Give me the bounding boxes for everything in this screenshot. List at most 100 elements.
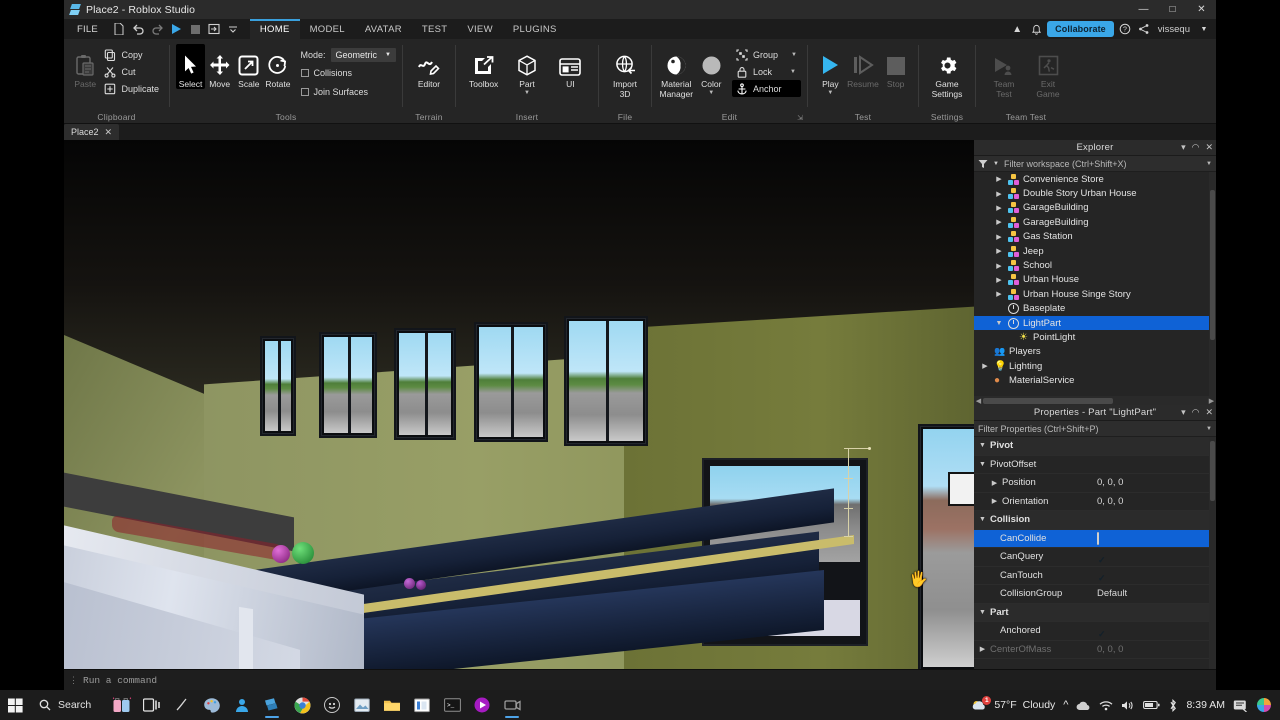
taskbar-search-box[interactable]: Search [30,694,102,716]
tree-node-players[interactable]: ▶ 👥 Players [974,345,1216,359]
command-bar[interactable]: ⋮ Run a command [64,669,1216,690]
command-input[interactable]: Run a command [83,675,157,686]
dialog-launcher-icon[interactable]: ⇲ [797,114,803,122]
mode-dropdown[interactable]: Geometric ▼ [330,48,396,62]
select-tool-button[interactable]: Select [176,44,206,89]
property-cancollide[interactable]: ▶CanCollide [974,529,1216,548]
screen-recorder-icon[interactable] [498,691,526,719]
explorer-filter-input[interactable]: Filter workspace (Ctrl+Shift+X) [1004,159,1201,169]
explorer-tree[interactable]: ▶ Convenience Store ▶ Double Story Urban… [974,172,1216,396]
menu-file[interactable]: FILE [68,19,107,39]
paint-icon[interactable] [198,691,226,719]
share-icon[interactable] [1136,21,1152,37]
file-explorer-icon[interactable] [378,691,406,719]
property-category-collision[interactable]: ▼ Collision [974,511,1216,530]
chevron-down-icon[interactable]: ▼ [1206,161,1212,167]
tab-view[interactable]: VIEW [457,19,502,39]
drag-grip-icon[interactable]: ⋮ [69,675,78,686]
tree-node-gas-station[interactable]: ▶ Gas Station [974,230,1216,244]
anchor-button[interactable]: Anchor [732,80,801,97]
tree-node-convenience-store[interactable]: ▶ Convenience Store [974,172,1216,186]
properties-filter-input[interactable]: Filter Properties (Ctrl+Shift+P) [978,424,1201,434]
explorer-vertical-scrollbar[interactable] [1209,172,1216,396]
chevron-down-icon[interactable]: ▼ [790,69,796,75]
chevron-down-icon[interactable]: ▾ [1181,408,1186,417]
username-label[interactable]: vissequ [1155,24,1193,35]
new-file-document-icon[interactable] [111,21,128,38]
toolbox-button[interactable]: Toolbox [462,44,505,89]
properties-filter-bar[interactable]: Filter Properties (Ctrl+Shift+P) ▼ [974,421,1216,437]
bell-icon[interactable] [1028,21,1044,37]
minimize-icon[interactable]: — [1129,0,1158,19]
task-view-icon[interactable] [138,691,166,719]
user-chevron-down-icon[interactable]: ▼ [1196,21,1212,37]
join-surfaces-checkbox[interactable] [300,87,309,96]
join-surfaces-checkbox-row[interactable]: Join Surfaces [300,83,396,100]
collapse-arrow-icon[interactable]: ▼ [978,461,987,468]
property-category-pivot[interactable]: ▼ Pivot [974,437,1216,456]
float-window-icon[interactable]: ◠ [1192,408,1200,417]
expand-arrow-icon[interactable]: ▶ [994,190,1004,198]
tab-plugins[interactable]: PLUGINS [503,19,567,39]
battery-icon[interactable] [1143,700,1161,710]
expand-arrow-icon[interactable]: ▶ [994,218,1004,226]
roblox-studio-icon[interactable] [258,691,286,719]
tree-node-lighting[interactable]: ▶ 💡 Lighting [974,359,1216,373]
property-canquery[interactable]: ▶CanQuery [974,548,1216,567]
windows-start-icon[interactable] [0,698,30,713]
property-orientation[interactable]: ▶ Orientation 0, 0, 0 [974,493,1216,511]
tree-node-jeep[interactable]: ▶ Jeep [974,244,1216,258]
export-box-icon[interactable] [206,21,223,38]
tree-node-garagebuilding-1[interactable]: ▶ GarageBuilding [974,201,1216,215]
property-value[interactable]: 0, 0, 0 [1092,477,1216,488]
copy-button[interactable]: Copy [100,46,163,63]
filter-chevron-down-icon[interactable]: ▼ [993,161,999,167]
onedrive-icon[interactable] [1076,700,1091,711]
expand-arrow-icon[interactable]: ▶ [994,233,1004,241]
rotate-tool-button[interactable]: Rotate [263,44,292,89]
collaborate-button[interactable]: Collaborate [1047,21,1114,37]
powerpoint-icon[interactable] [408,691,436,719]
property-category-part[interactable]: ▼ Part [974,603,1216,622]
play-triangle-icon[interactable] [168,21,185,38]
question-circle-icon[interactable]: ? [1117,21,1133,37]
terminal-icon[interactable]: >_ [438,691,466,719]
snipping-tool-icon[interactable] [168,691,196,719]
expand-arrow-icon[interactable]: ▶ [990,497,999,505]
photos-icon[interactable] [348,691,376,719]
game-settings-button[interactable]: Game Settings [925,44,969,99]
chrome-icon[interactable] [288,691,316,719]
expand-arrow-icon[interactable]: ▶ [990,479,999,487]
chevron-down-icon[interactable]: ▼ [791,52,797,58]
property-pivotoffset[interactable]: ▼ PivotOffset [974,456,1216,474]
cancollide-checkbox[interactable] [1097,531,1099,545]
chevron-down-icon[interactable]: ▼ [1206,426,1212,432]
undo-arrow-icon[interactable] [130,21,147,38]
cut-button[interactable]: Cut [100,63,163,80]
chevron-down-icon[interactable]: ▼ [708,90,714,96]
group-button[interactable]: Group ▼ [732,46,801,63]
part-button[interactable]: Part ▼ [505,44,548,96]
collapse-arrow-icon[interactable]: ▼ [994,320,1004,327]
expand-arrow-icon[interactable]: ▶ [994,175,1004,183]
close-icon[interactable]: ✕ [1205,143,1213,152]
tree-node-lightpart[interactable]: ▼ LightPart [974,315,1216,331]
speaker-icon[interactable] [1121,700,1135,711]
discord-icon[interactable] [318,691,346,719]
terrain-editor-button[interactable]: Editor [409,44,449,89]
float-window-icon[interactable]: ◠ [1192,143,1200,152]
color-button[interactable]: Color ▼ [695,44,729,96]
notification-bell-icon[interactable] [1233,699,1248,712]
stop-square-icon[interactable] [187,21,204,38]
scale-tool-button[interactable]: Scale [234,44,263,89]
property-value[interactable]: Default [1092,588,1216,599]
scroll-left-icon[interactable]: ◀ [974,397,983,405]
property-value[interactable]: 0, 0, 0 [1092,496,1216,507]
property-position[interactable]: ▶ Position 0, 0, 0 [974,474,1216,493]
move-tool-button[interactable]: Move [205,44,234,89]
close-icon[interactable]: ✕ [1187,0,1216,19]
chevron-up-icon[interactable]: ▲ [1009,21,1025,37]
maximize-icon[interactable]: □ [1158,0,1187,19]
scroll-right-icon[interactable]: ▶ [1207,397,1216,405]
expand-arrow-icon[interactable]: ▶ [994,262,1004,270]
